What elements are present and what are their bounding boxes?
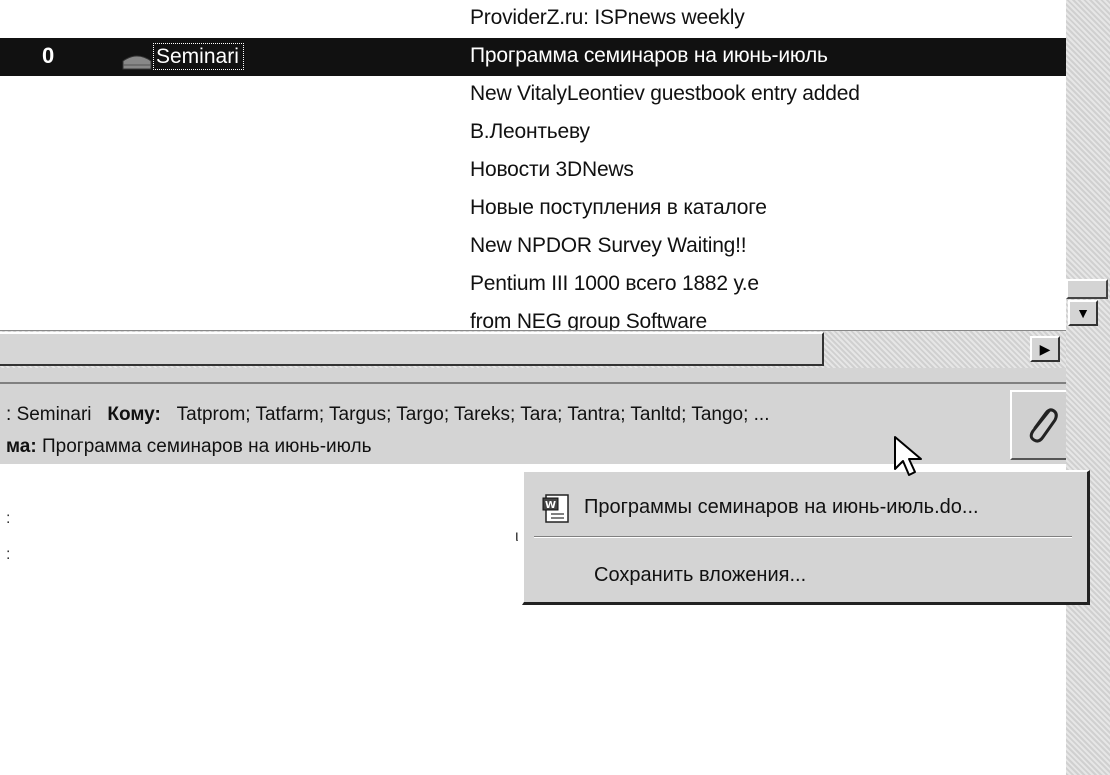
message-row[interactable]: from NEG group Software bbox=[0, 304, 1066, 330]
message-subject: В.Леонтьеву bbox=[470, 120, 590, 143]
message-subject: Новости 3DNews bbox=[470, 158, 634, 181]
body-text-fragment: ι bbox=[515, 528, 519, 545]
message-row[interactable]: Pentium III 1000 всего 1882 у.е bbox=[0, 266, 1066, 304]
message-subject: from NEG group Software bbox=[470, 310, 707, 330]
paperclip-icon bbox=[1029, 408, 1058, 443]
word-document-icon: W bbox=[542, 494, 569, 523]
pane-splitter[interactable] bbox=[0, 368, 1066, 382]
body-text-fragment: : bbox=[6, 510, 11, 527]
message-row[interactable]: ProviderZ.ru: ISPnews weekly bbox=[0, 0, 1066, 38]
attachment-indicator-icon: 0 bbox=[42, 43, 55, 68]
menu-item-label: Программы семинаров на июнь-июль.do... bbox=[584, 496, 979, 518]
message-row[interactable]: New VitalyLeontiev guestbook entry added bbox=[0, 76, 1066, 114]
horizontal-scrollbar-thumb[interactable] bbox=[0, 332, 824, 366]
mouse-cursor-icon bbox=[894, 436, 922, 476]
message-subject: Новые поступления в каталоге bbox=[470, 196, 767, 219]
message-subject: New VitalyLeontiev guestbook entry added bbox=[470, 82, 860, 105]
subject-value: Программа семинаров на июнь-июль bbox=[41, 436, 372, 457]
scrollbar-thumb[interactable] bbox=[1066, 279, 1108, 299]
scroll-down-button[interactable]: ▼ bbox=[1068, 300, 1098, 326]
svg-text:W: W bbox=[545, 500, 556, 511]
message-row[interactable]: Новые поступления в каталоге bbox=[0, 190, 1066, 228]
attachment-popup-menu: W Программы семинаров на июнь-июль.do...… bbox=[522, 470, 1090, 605]
body-text-fragment: : bbox=[6, 546, 11, 563]
message-subject: ProviderZ.ru: ISPnews weekly bbox=[470, 6, 745, 29]
menu-item-label: Сохранить вложения... bbox=[594, 564, 807, 586]
message-row[interactable]: 0 Seminari Программа семинаров на июнь-июл… bbox=[0, 38, 1066, 76]
message-sender: Seminari bbox=[153, 43, 244, 70]
message-subject: Pentium III 1000 всего 1882 у.е bbox=[470, 272, 759, 295]
header-subject-line: ма: Программа семинаров на июнь-июль bbox=[6, 436, 371, 458]
menu-item-save-attachments[interactable]: Сохранить вложения... bbox=[524, 550, 1087, 602]
attachments-button[interactable] bbox=[1010, 390, 1072, 460]
subject-label: ма: bbox=[6, 436, 37, 457]
arrow-down-icon: ▼ bbox=[1076, 305, 1090, 321]
message-row[interactable]: Новости 3DNews bbox=[0, 152, 1066, 190]
message-subject: Программа семинаров на июнь-июль bbox=[470, 44, 828, 67]
from-value: Seminari bbox=[16, 404, 92, 425]
message-row[interactable]: В.Леонтьеву bbox=[0, 114, 1066, 152]
from-label: : bbox=[6, 404, 12, 425]
menu-item-attachment-file[interactable]: W Программы семинаров на июнь-июль.do... bbox=[524, 482, 1087, 534]
arrow-right-icon: ▶ bbox=[1039, 340, 1051, 357]
menu-separator bbox=[534, 536, 1072, 538]
scroll-right-button[interactable]: ▶ bbox=[1030, 336, 1060, 362]
message-subject: New NPDOR Survey Waiting!! bbox=[470, 234, 747, 257]
header-from-to-line: : Seminari Кому: Tatprom; Tatfarm; Targu… bbox=[6, 404, 769, 426]
message-row[interactable]: New NPDOR Survey Waiting!! bbox=[0, 228, 1066, 266]
message-list[interactable]: ProviderZ.ru: ISPnews weekly 0 Seminari Про… bbox=[0, 0, 1066, 330]
envelope-icon bbox=[122, 55, 152, 70]
to-value: Tatprom; Tatfarm; Targus; Targo; Tareks;… bbox=[176, 404, 770, 425]
to-label: Кому: bbox=[107, 404, 161, 425]
